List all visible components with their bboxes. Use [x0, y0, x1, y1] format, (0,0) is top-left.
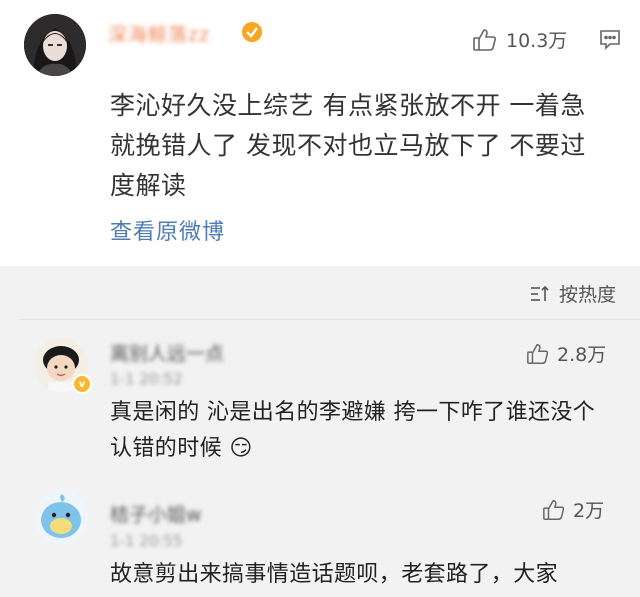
thumbs-up-icon: [527, 343, 549, 364]
post-like-button[interactable]: 10.3万: [472, 26, 567, 53]
verified-badge-icon: v: [72, 374, 92, 394]
comment-text: 真是闲的 沁是出名的李避嫌 挎一下咋了谁还没个认错的时候 😏: [110, 400, 596, 461]
divider: [20, 319, 640, 320]
sort-icon: [530, 285, 549, 301]
commenter-avatar[interactable]: [34, 490, 88, 544]
comment-like-button[interactable]: 2.8万: [526, 340, 606, 367]
comment-like-button[interactable]: 2万: [542, 496, 604, 523]
comment-meta: 1-1 20:55: [110, 532, 183, 550]
commenter-name[interactable]: 离别人远一点: [110, 339, 224, 366]
author-name[interactable]: 深海鲸落zz: [108, 20, 210, 47]
thumbs-up-icon: [543, 499, 565, 520]
sort-label: 按热度: [558, 284, 616, 306]
thumbs-up-icon: [473, 28, 497, 51]
comment-button[interactable]: [598, 27, 622, 55]
comment-like-count: 2.8万: [557, 344, 607, 366]
sort-toggle[interactable]: 按热度: [529, 280, 616, 307]
commenter-name[interactable]: 桔子小姐w: [110, 500, 202, 527]
comment-icon: [600, 30, 620, 50]
view-original-link[interactable]: 查看原微博: [110, 214, 225, 246]
author-avatar[interactable]: [24, 14, 86, 76]
post-body: 李沁好久没上综艺 有点紧张放不开 一着急就挽错人了 发现不对也立马放下了 不要过…: [110, 91, 586, 200]
comment-like-count: 2万: [573, 500, 605, 522]
member-badge-icon: [240, 20, 264, 44]
post-like-count: 10.3万: [506, 30, 568, 52]
comment-meta: 1-1 20:52: [110, 370, 183, 388]
comment-text: 故意剪出来搞事情造话题呗，老套路了，大家: [110, 562, 559, 587]
